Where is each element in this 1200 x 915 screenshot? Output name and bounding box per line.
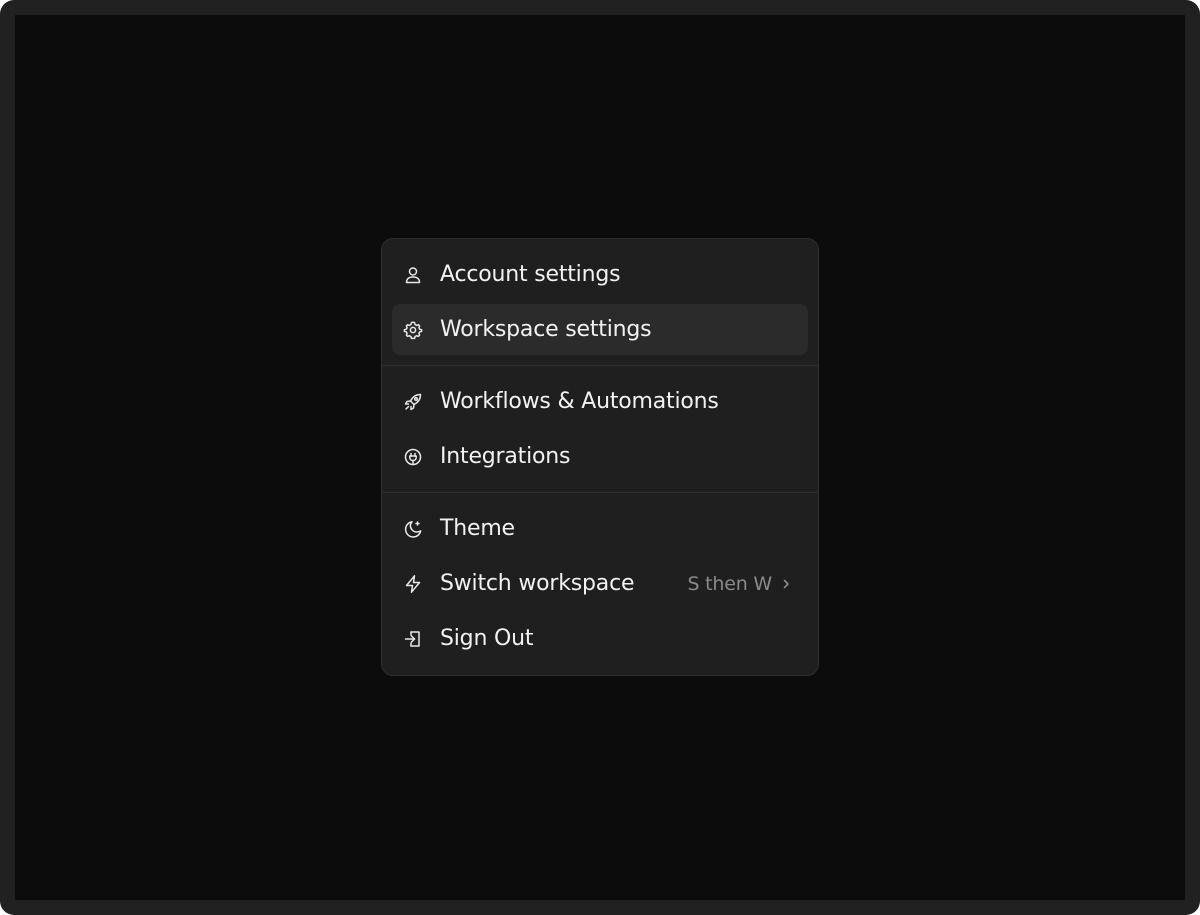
menu-item-label: Workflows & Automations <box>440 389 719 414</box>
keyboard-shortcut: S then W <box>687 572 772 595</box>
menu-group-tools: Workflows & Automations Integrations <box>382 366 818 492</box>
menu-item-switch-workspace[interactable]: Switch workspace S then W <box>392 558 808 609</box>
user-icon <box>402 264 424 286</box>
menu-item-label: Workspace settings <box>440 317 652 342</box>
gear-icon <box>402 319 424 341</box>
moon-icon <box>402 518 424 540</box>
sign-out-icon <box>402 628 424 650</box>
menu-group-account: Theme Switch workspace S then W Sign Out <box>382 493 818 674</box>
menu-item-account-settings[interactable]: Account settings <box>392 249 808 300</box>
menu-item-theme[interactable]: Theme <box>392 503 808 554</box>
menu-group-settings: Account settings Workspace settings <box>382 239 818 365</box>
menu-item-label: Switch workspace <box>440 571 635 596</box>
menu-item-label: Theme <box>440 516 515 541</box>
menu-item-workflows-automations[interactable]: Workflows & Automations <box>392 376 808 427</box>
menu-item-sign-out[interactable]: Sign Out <box>392 613 808 664</box>
menu-item-label: Integrations <box>440 444 571 469</box>
menu-item-integrations[interactable]: Integrations <box>392 431 808 482</box>
lightning-icon <box>402 573 424 595</box>
plug-icon <box>402 446 424 468</box>
menu-item-workspace-settings[interactable]: Workspace settings <box>392 304 808 355</box>
rocket-icon <box>402 391 424 413</box>
menu-item-label: Sign Out <box>440 626 534 651</box>
chevron-right-icon <box>780 578 792 590</box>
menu-item-label: Account settings <box>440 262 621 287</box>
account-dropdown-menu: Account settings Workspace settings Work… <box>381 238 819 676</box>
